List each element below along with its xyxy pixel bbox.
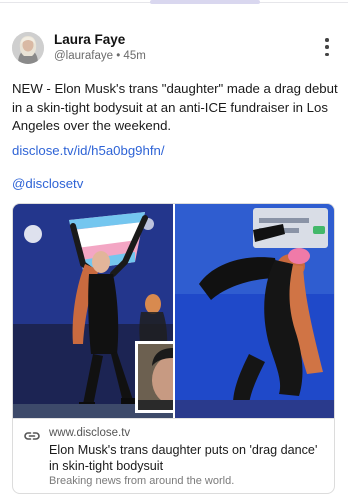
- card-domain: www.disclose.tv: [49, 427, 131, 439]
- avatar[interactable]: [12, 32, 44, 64]
- card-image[interactable]: [13, 204, 334, 418]
- link-preview-card[interactable]: www.disclose.tv Elon Musk's trans daught…: [12, 203, 335, 494]
- more-vertical-icon-dot: [325, 45, 329, 49]
- post-header: Laura Faye @laurafaye • 45m: [12, 30, 336, 70]
- card-divider: [13, 418, 334, 419]
- more-options-button[interactable]: [322, 38, 332, 56]
- author-display-name[interactable]: Laura Faye: [54, 32, 125, 47]
- post-mention[interactable]: @disclosetv: [12, 176, 83, 191]
- top-divider: [0, 0, 348, 4]
- more-vertical-icon: [325, 38, 329, 42]
- avatar-photo-icon: [12, 32, 44, 64]
- scroll-indicator: [150, 0, 260, 4]
- card-photo-collage: [13, 204, 334, 418]
- link-icon: [24, 432, 40, 440]
- post-time[interactable]: 45m: [123, 50, 145, 62]
- post-link[interactable]: disclose.tv/id/h5a0bg9hfn/: [12, 143, 165, 158]
- post-text: NEW - Elon Musk's trans "daughter" made …: [12, 81, 338, 133]
- card-description: Breaking news from around the world.: [49, 475, 235, 487]
- author-handle[interactable]: @laurafaye: [54, 50, 113, 62]
- more-vertical-icon-dot: [325, 52, 329, 56]
- author-meta: @laurafaye • 45m: [54, 50, 146, 62]
- card-title[interactable]: Elon Musk's trans daughter puts on 'drag…: [49, 442, 329, 474]
- meta-separator: •: [116, 50, 121, 62]
